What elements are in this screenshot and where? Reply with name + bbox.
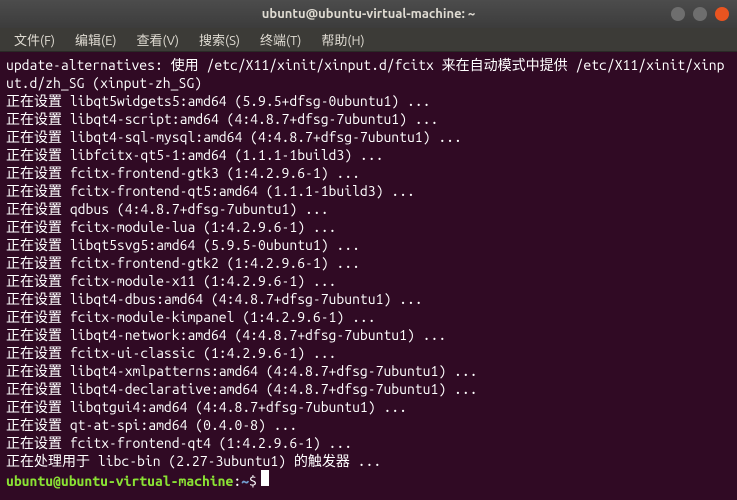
terminal-line: 正在设置 fcitx-module-x11 (1:4.2.9.6-1) ... xyxy=(6,272,731,290)
window-controls xyxy=(671,7,729,21)
terminal-line: update-alternatives: 使用 /etc/X11/xinit/x… xyxy=(6,56,731,92)
terminal-line: 正在设置 fcitx-module-kimpanel (1:4.2.9.6-1)… xyxy=(6,308,731,326)
terminal-line: 正在设置 libfcitx-qt5-1:amd64 (1.1.1-1build3… xyxy=(6,146,731,164)
prompt-dollar: $ xyxy=(249,472,257,490)
menu-terminal[interactable]: 终端(T) xyxy=(252,28,309,51)
terminal-line: 正在设置 libqt5svg5:amd64 (5.9.5-0ubuntu1) .… xyxy=(6,236,731,254)
terminal-line: 正在设置 libqt4-dbus:amd64 (4:4.8.7+dfsg-7ub… xyxy=(6,290,731,308)
minimize-icon[interactable] xyxy=(671,7,685,21)
terminal-line: 正在设置 fcitx-frontend-qt5:amd64 (1.1.1-1bu… xyxy=(6,182,731,200)
terminal-line: 正在设置 libqt4-sql-mysql:amd64 (4:4.8.7+dfs… xyxy=(6,128,731,146)
terminal-line: 正在处理用于 libc-bin (2.27-3ubuntu1) 的触发器 ... xyxy=(6,452,731,470)
menubar: 文件(F) 编辑(E) 查看(V) 搜索(S) 终端(T) 帮助(H) xyxy=(0,28,737,52)
menu-view[interactable]: 查看(V) xyxy=(129,28,187,51)
maximize-icon[interactable] xyxy=(693,7,707,21)
prompt-user-host: ubuntu@ubuntu-virtual-machine xyxy=(6,472,233,490)
titlebar: ubuntu@ubuntu-virtual-machine: ~ xyxy=(0,0,737,28)
menu-file[interactable]: 文件(F) xyxy=(6,28,63,51)
terminal-line: 正在设置 fcitx-frontend-qt4 (1:4.2.9.6-1) ..… xyxy=(6,434,731,452)
prompt-colon: : xyxy=(233,472,241,490)
terminal-prompt[interactable]: ubuntu@ubuntu-virtual-machine:~$ xyxy=(6,470,731,490)
prompt-path: ~ xyxy=(241,472,249,490)
terminal-line: 正在设置 qt-at-spi:amd64 (0.4.0-8) ... xyxy=(6,416,731,434)
terminal-output[interactable]: update-alternatives: 使用 /etc/X11/xinit/x… xyxy=(0,52,737,500)
menu-edit[interactable]: 编辑(E) xyxy=(67,28,124,51)
terminal-line: 正在设置 libqt4-script:amd64 (4:4.8.7+dfsg-7… xyxy=(6,110,731,128)
window-title: ubuntu@ubuntu-virtual-machine: ~ xyxy=(8,7,729,21)
terminal-line: 正在设置 libqt4-xmlpatterns:amd64 (4:4.8.7+d… xyxy=(6,362,731,380)
terminal-line: 正在设置 qdbus (4:4.8.7+dfsg-7ubuntu1) ... xyxy=(6,200,731,218)
terminal-line: 正在设置 fcitx-frontend-gtk2 (1:4.2.9.6-1) .… xyxy=(6,254,731,272)
menu-search[interactable]: 搜索(S) xyxy=(191,28,248,51)
terminal-line: 正在设置 libqtgui4:amd64 (4:4.8.7+dfsg-7ubun… xyxy=(6,398,731,416)
menu-help[interactable]: 帮助(H) xyxy=(313,28,372,51)
close-icon[interactable] xyxy=(715,7,729,21)
terminal-line: 正在设置 fcitx-module-lua (1:4.2.9.6-1) ... xyxy=(6,218,731,236)
terminal-line: 正在设置 libqt5widgets5:amd64 (5.9.5+dfsg-0u… xyxy=(6,92,731,110)
cursor-icon xyxy=(261,470,269,486)
terminal-line: 正在设置 libqt4-declarative:amd64 (4:4.8.7+d… xyxy=(6,380,731,398)
terminal-line: 正在设置 fcitx-ui-classic (1:4.2.9.6-1) ... xyxy=(6,344,731,362)
terminal-line: 正在设置 fcitx-frontend-gtk3 (1:4.2.9.6-1) .… xyxy=(6,164,731,182)
terminal-line: 正在设置 libqt4-network:amd64 (4:4.8.7+dfsg-… xyxy=(6,326,731,344)
